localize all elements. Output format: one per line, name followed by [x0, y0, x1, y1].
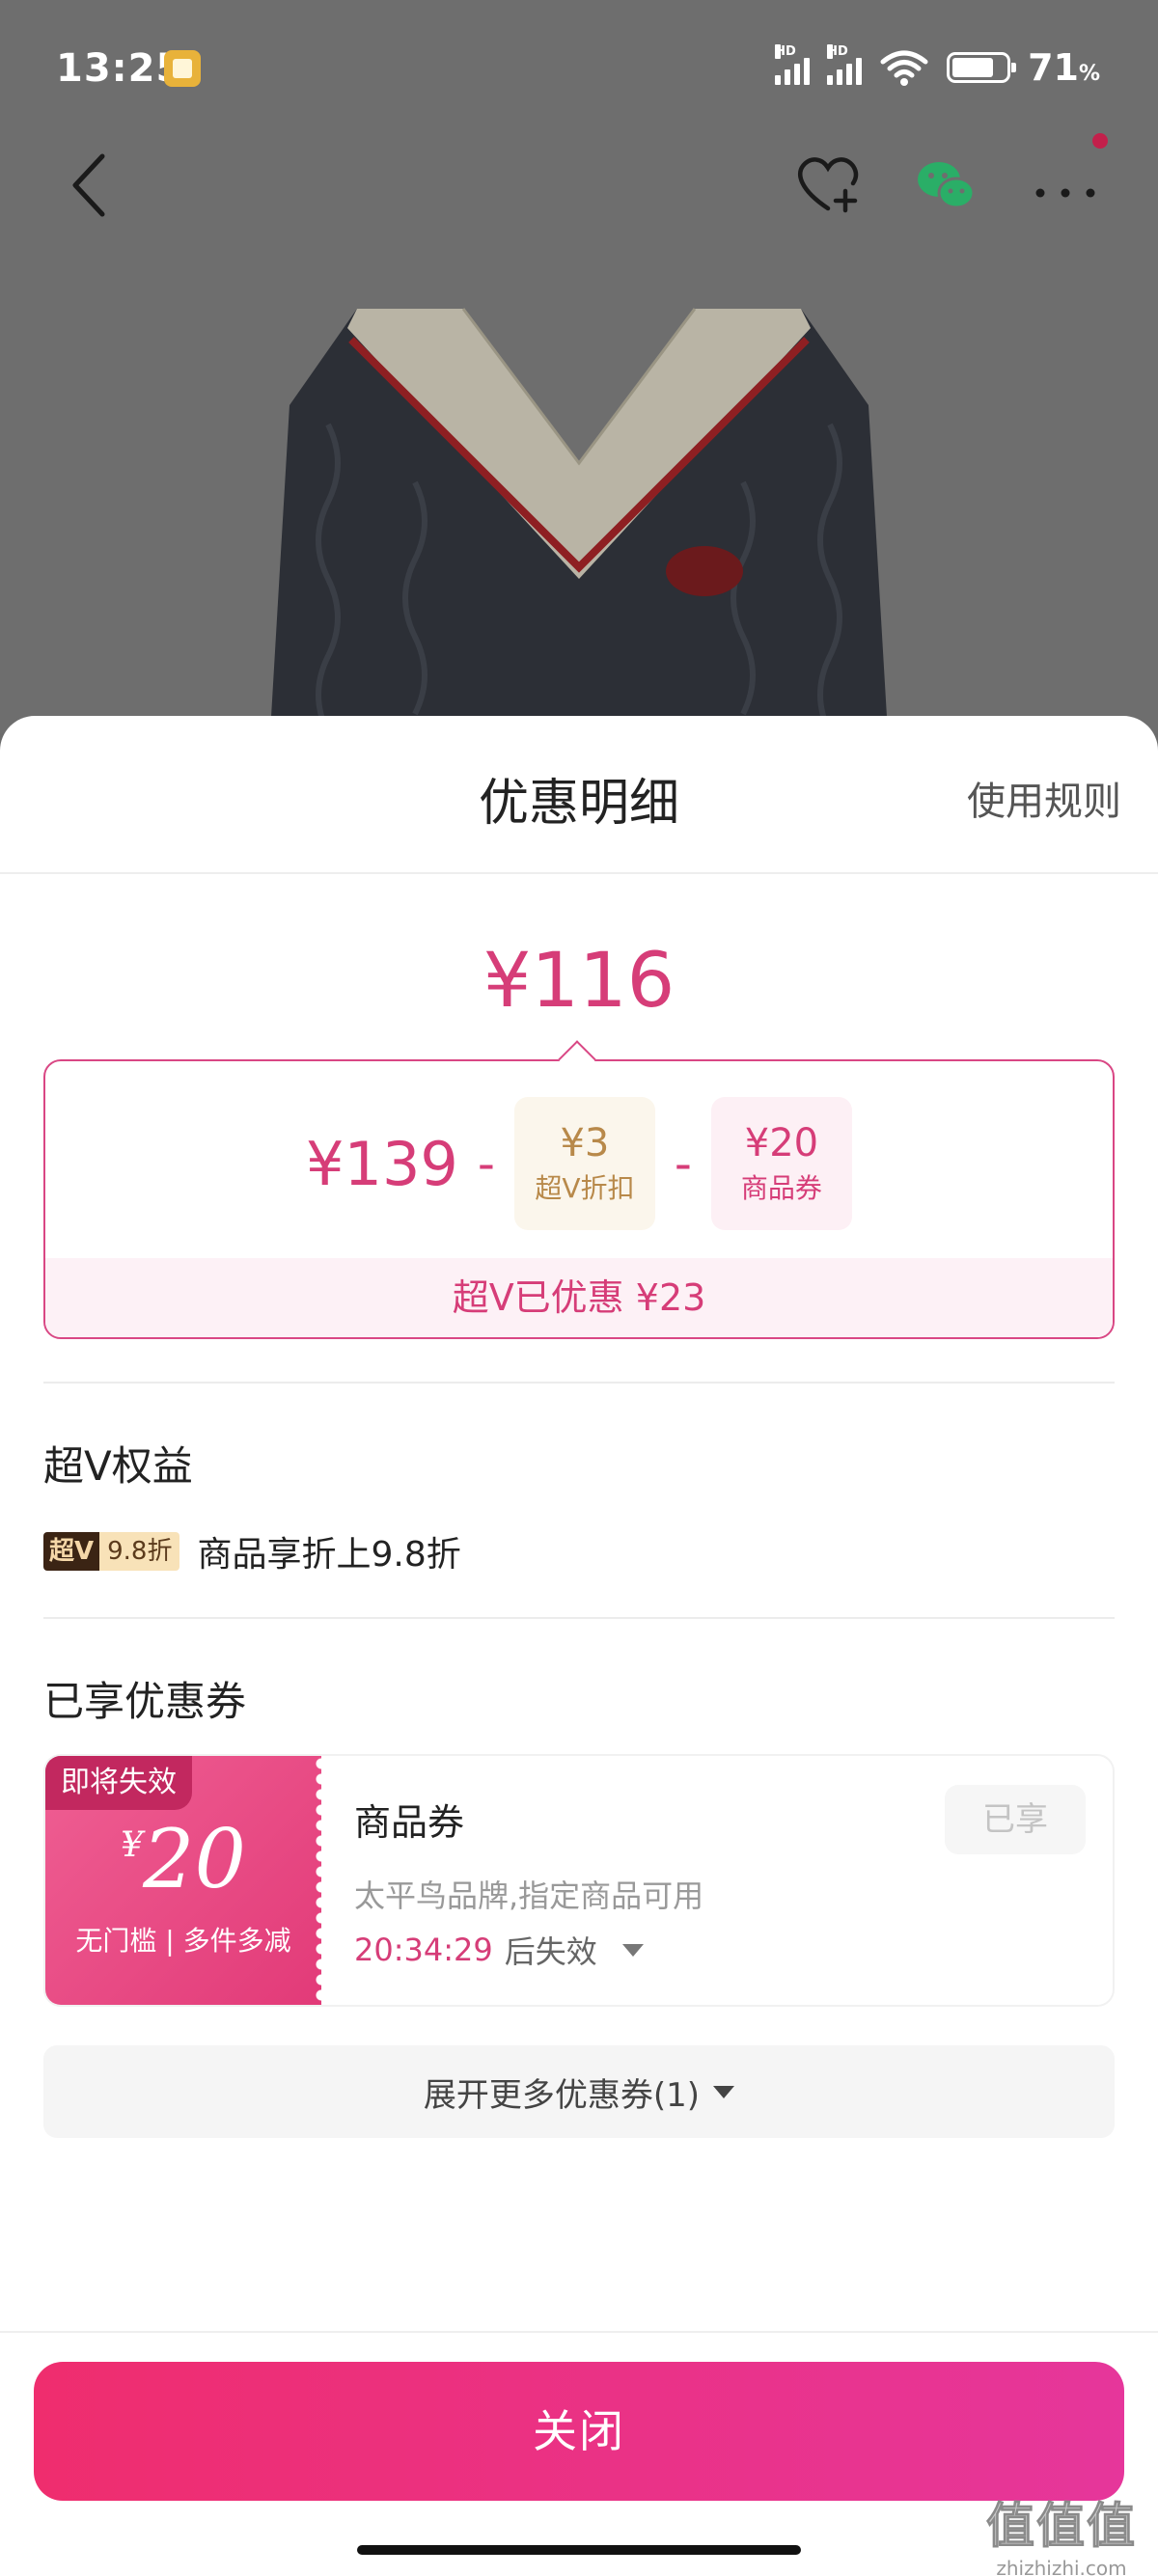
chevron-down-icon	[713, 2085, 735, 2098]
coupon-condition: 无门槛 | 多件多减	[75, 1925, 291, 1957]
discount-chip-svip: ¥3 超V折扣	[513, 1097, 655, 1230]
coupon-amount: ¥20	[45, 1812, 321, 1906]
footer-divider	[0, 2331, 1158, 2333]
back-icon[interactable]	[58, 145, 125, 222]
status-bar: 13:25 HD HD 71%	[0, 0, 1158, 135]
countdown-time: 20:34:29	[354, 1932, 493, 1968]
watermark: 值值值 zhizhizhi.com	[986, 2487, 1137, 2576]
discount-amount: ¥20	[744, 1121, 819, 1165]
watermark-logo: 值值值	[986, 2498, 1137, 2555]
minus-sign: -	[674, 1136, 692, 1192]
discount-label: 商品券	[740, 1172, 822, 1204]
original-price: ¥139	[306, 1128, 458, 1199]
discount-chip-coupon: ¥20 商品券	[710, 1097, 852, 1230]
notification-icon	[164, 50, 201, 87]
expiring-tag: 即将失效	[45, 1756, 192, 1810]
final-price: ¥116	[482, 938, 676, 1025]
status-icons: HD HD 71%	[775, 44, 1100, 89]
chevron-down-icon	[621, 1943, 644, 1957]
discount-detail-sheet: 优惠明细 使用规则 ¥116 ¥139 - ¥3 超V折扣 - ¥20 商品券 …	[0, 716, 1158, 2576]
expand-label: 展开更多优惠券(1)	[423, 2075, 701, 2115]
coupon-card[interactable]: 即将失效 ¥20 无门槛 | 多件多减 商品券 太平鸟品牌,指定商品可用 20:…	[43, 1754, 1115, 2007]
coupon-currency: ¥	[121, 1825, 143, 1865]
notification-badge	[1092, 133, 1108, 149]
wifi-icon	[880, 50, 928, 86]
claimed-button[interactable]: 已享	[945, 1785, 1086, 1854]
battery-icon	[947, 52, 1017, 83]
coupon-description: 太平鸟品牌,指定商品可用	[354, 1877, 704, 1914]
product-image[interactable]	[270, 289, 888, 733]
wechat-icon[interactable]	[912, 145, 979, 222]
divider	[43, 1382, 1115, 1384]
expand-more-coupons-button[interactable]: 展开更多优惠券(1)	[43, 2045, 1115, 2138]
more-icon[interactable]	[1027, 145, 1104, 222]
signal-icon: HD	[827, 44, 863, 85]
coupon-name: 商品券	[354, 1801, 465, 1844]
coupon-amount-value: 20	[143, 1812, 246, 1906]
minus-sign: -	[477, 1136, 495, 1192]
svip-badge: 超V 9.8折	[43, 1532, 180, 1571]
close-button[interactable]: 关闭	[34, 2362, 1124, 2501]
discount-label: 超V折扣	[535, 1172, 635, 1204]
benefit-text: 商品享折上9.8折	[197, 1535, 461, 1575]
signal-icon: HD	[775, 44, 811, 85]
battery-unit: %	[1078, 62, 1100, 86]
favorite-add-icon[interactable]	[789, 145, 867, 222]
product-nav-bar	[0, 125, 1158, 241]
price-calculation-box: ¥139 - ¥3 超V折扣 - ¥20 商品券 超V已优惠 ¥23	[43, 1059, 1115, 1339]
watermark-url: zhizhizhi.com	[996, 2557, 1127, 2576]
savings-summary: 超V已优惠 ¥23	[45, 1258, 1113, 1337]
coupon-countdown[interactable]: 20:34:29 后失效	[354, 1928, 644, 1972]
rules-link[interactable]: 使用规则	[967, 770, 1121, 826]
svip-badge-label: 超V	[43, 1532, 100, 1571]
home-indicator[interactable]	[357, 2545, 801, 2555]
price-formula: ¥139 - ¥3 超V折扣 - ¥20 商品券	[45, 1096, 1113, 1231]
signal-label: HD	[775, 44, 796, 59]
discount-amount: ¥3	[560, 1121, 610, 1165]
battery-percent: 71%	[1028, 46, 1100, 89]
coupons-title: 已享优惠券	[43, 1678, 247, 1725]
countdown-suffix: 后失效	[504, 1933, 597, 1970]
sheet-header: 优惠明细 使用规则	[0, 716, 1158, 874]
divider	[43, 1617, 1115, 1619]
coupon-value-panel: 即将失效 ¥20 无门槛 | 多件多减	[45, 1756, 329, 2005]
signal-label: HD	[827, 44, 848, 59]
battery-value: 71	[1028, 46, 1079, 89]
benefits-title: 超V权益	[43, 1442, 193, 1490]
benefit-item: 超V 9.8折 商品享折上9.8折	[43, 1526, 461, 1576]
svip-badge-discount: 9.8折	[99, 1532, 180, 1571]
